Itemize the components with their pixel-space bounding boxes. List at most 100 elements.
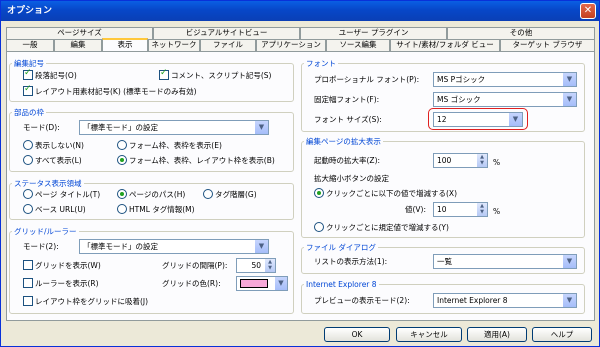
status-page-path-label: ページのパス(H)	[129, 190, 186, 199]
preview-mode-select[interactable]: Internet Explorer 8 ▼	[433, 293, 577, 308]
frame-mode-select[interactable]: 「標準モード」の設定 ▼	[79, 120, 269, 135]
tab-edit[interactable]: 編集	[54, 39, 102, 51]
radio-icon	[23, 189, 33, 199]
list-mode-value: 一覧	[437, 257, 452, 266]
comment-script-mark-label: コメント、スクリプト記号(S)	[171, 71, 272, 80]
snap-grid-checkbox[interactable]: レイアウト枠をグリッドに吸着(J)	[23, 296, 148, 307]
radio-icon	[117, 189, 127, 199]
font-size-label: フォント サイズ(S):	[314, 115, 382, 124]
tab-site-material-folder-view[interactable]: サイト/素材/フォルダ ビュー	[390, 39, 500, 51]
show-grid-label: グリッドを表示(W)	[35, 261, 101, 270]
tab-visual-site-view[interactable]: ビジュアルサイトビュー	[153, 27, 300, 39]
zoom-value-percent: %	[493, 207, 501, 216]
apply-button[interactable]: 適用(A)	[467, 327, 527, 342]
tab-target-browser[interactable]: ターゲット ブラウザ	[500, 39, 595, 51]
proportional-font-select[interactable]: MS Pゴシック ▼	[433, 72, 577, 87]
window-title: オプション	[7, 6, 53, 16]
startup-zoom-spinner[interactable]: 100 ▲ ▼	[433, 153, 488, 168]
frame-show-all-radio[interactable]: すべて表示(L)	[23, 155, 82, 166]
zoom-increment-label: クリックごとに以下の値で増減する(X)	[326, 189, 457, 198]
radio-icon	[23, 155, 33, 165]
grid-ruler-legend: グリッド/ルーラー	[14, 227, 77, 236]
fixed-font-value: MS ゴシック	[437, 95, 481, 104]
grid-mode-select[interactable]: 「標準モード」の設定 ▼	[79, 239, 269, 254]
zoom-value-spinner[interactable]: 10 ▲ ▼	[433, 202, 488, 217]
status-tag-hierarchy-radio[interactable]: タグ階層(G)	[203, 189, 257, 200]
zoom-increment-radio[interactable]: クリックごとに以下の値で増減する(X)	[314, 188, 457, 199]
show-ruler-label: ルーラーを表示(R)	[35, 279, 99, 288]
tab-display[interactable]: 表示	[102, 38, 148, 51]
tab-row-upper: ページサイズ ビジュアルサイトビュー ユーザー プラグイン その他	[6, 27, 595, 39]
status-page-path-radio[interactable]: ページのパス(H)	[117, 189, 185, 200]
radio-icon	[23, 204, 33, 214]
grid-color-label: グリッドの色(R):	[162, 279, 221, 288]
chevron-down-icon: ▼	[562, 73, 576, 86]
frame-mode-value: 「標準モード」の設定	[83, 123, 158, 132]
status-base-url-radio[interactable]: ベース URL(U)	[23, 204, 86, 215]
radio-icon	[203, 189, 213, 199]
show-ruler-checkbox[interactable]: ルーラーを表示(R)	[23, 278, 99, 289]
layout-marks-checkbox[interactable]: レイアウト用素材記号(K) (標準モードのみ有効)	[23, 84, 197, 97]
status-display-legend: ステータス表示領域	[14, 179, 82, 188]
chevron-down-icon: ▼	[508, 113, 522, 126]
spin-arrows-icon[interactable]: ▲ ▼	[476, 154, 487, 167]
show-grid-checkbox[interactable]: グリッドを表示(W)	[23, 260, 101, 271]
chevron-down-icon: ▼	[562, 255, 576, 268]
frame-mode-label: モード(D):	[23, 123, 60, 132]
layout-marks-label: レイアウト用素材記号(K) (標準モードのみ有効)	[35, 87, 197, 96]
grid-color-swatch	[240, 279, 268, 288]
list-mode-select[interactable]: 一覧 ▼	[433, 254, 577, 269]
cancel-button[interactable]: キャンセル	[396, 327, 462, 342]
radio-icon	[23, 140, 33, 150]
radio-icon	[314, 188, 324, 198]
grid-spacing-label: グリッドの間隔(P):	[162, 261, 228, 270]
comment-script-mark-checkbox[interactable]: コメント、スクリプト記号(S)	[159, 68, 272, 81]
frame-form-table-radio[interactable]: フォーム枠、表枠を表示(E)	[117, 140, 222, 151]
tab-other[interactable]: その他	[447, 27, 595, 39]
options-dialog: オプション ✕ ページサイズ ビジュアルサイトビュー ユーザー プラグイン その…	[0, 0, 600, 347]
status-page-title-radio[interactable]: ページ タイトル(T)	[23, 189, 100, 200]
grid-spacing-spinner[interactable]: 50 ▲ ▼	[236, 258, 276, 273]
close-button[interactable]: ✕	[580, 3, 596, 19]
chevron-down-icon: ▼	[562, 294, 576, 307]
zoom-value: 10	[437, 205, 447, 214]
startup-zoom-value: 100	[437, 156, 452, 165]
status-html-tag-info-radio[interactable]: HTML タグ情報(M)	[117, 204, 195, 215]
fixed-font-select[interactable]: MS ゴシック ▼	[433, 92, 577, 107]
frame-no-display-radio[interactable]: 表示しない(N)	[23, 140, 84, 151]
spin-arrows-icon[interactable]: ▲ ▼	[264, 259, 275, 272]
grid-color-picker[interactable]: ▼	[236, 276, 288, 291]
grid-spacing-value: 50	[251, 261, 261, 270]
frame-form-table-layout-label: フォーム枠、表枠、レイアウト枠を表示(B)	[129, 156, 275, 165]
tab-application[interactable]: アプリケーション	[256, 39, 326, 51]
zoom-preset-radio[interactable]: クリックごとに規定値で増減する(Y)	[314, 222, 449, 233]
status-page-title-label: ページ タイトル(T)	[35, 190, 101, 199]
paragraph-mark-label: 段落記号(O)	[35, 71, 77, 80]
tab-file[interactable]: ファイル	[200, 39, 256, 51]
paragraph-mark-checkbox[interactable]: 段落記号(O)	[23, 68, 77, 81]
close-icon: ✕	[583, 5, 593, 16]
tab-network[interactable]: ネットワーク	[148, 39, 200, 51]
radio-icon	[314, 222, 324, 232]
help-button[interactable]: ヘルプ	[532, 327, 592, 342]
zoom-legend: 編集ページの拡大表示	[306, 137, 381, 146]
status-base-url-label: ベース URL(U)	[35, 205, 86, 214]
startup-zoom-percent: %	[493, 158, 501, 167]
tab-source-edit[interactable]: ソース編集	[326, 39, 390, 51]
checkbox-icon	[23, 84, 33, 96]
tab-general[interactable]: 一般	[6, 39, 54, 51]
title-bar: オプション	[1, 1, 599, 21]
ie8-legend: Internet Explorer 8	[306, 280, 377, 289]
tab-user-plugin[interactable]: ユーザー プラグイン	[300, 27, 447, 39]
ok-button[interactable]: OK	[324, 327, 390, 342]
status-tag-hierarchy-label: タグ階層(G)	[215, 190, 257, 199]
chevron-down-icon: ▼	[254, 121, 268, 134]
frame-form-table-layout-radio[interactable]: フォーム枠、表枠、レイアウト枠を表示(B)	[117, 155, 275, 166]
chevron-down-icon: ▼	[275, 277, 287, 290]
list-mode-label: リストの表示方法(1):	[314, 257, 388, 266]
frame-legend: 部品の枠	[14, 108, 44, 117]
preview-mode-label: プレビューの表示モード(2):	[314, 296, 410, 305]
spin-arrows-icon[interactable]: ▲ ▼	[476, 203, 487, 216]
checkbox-icon	[23, 296, 33, 306]
font-size-select[interactable]: 12 ▼	[433, 112, 523, 127]
